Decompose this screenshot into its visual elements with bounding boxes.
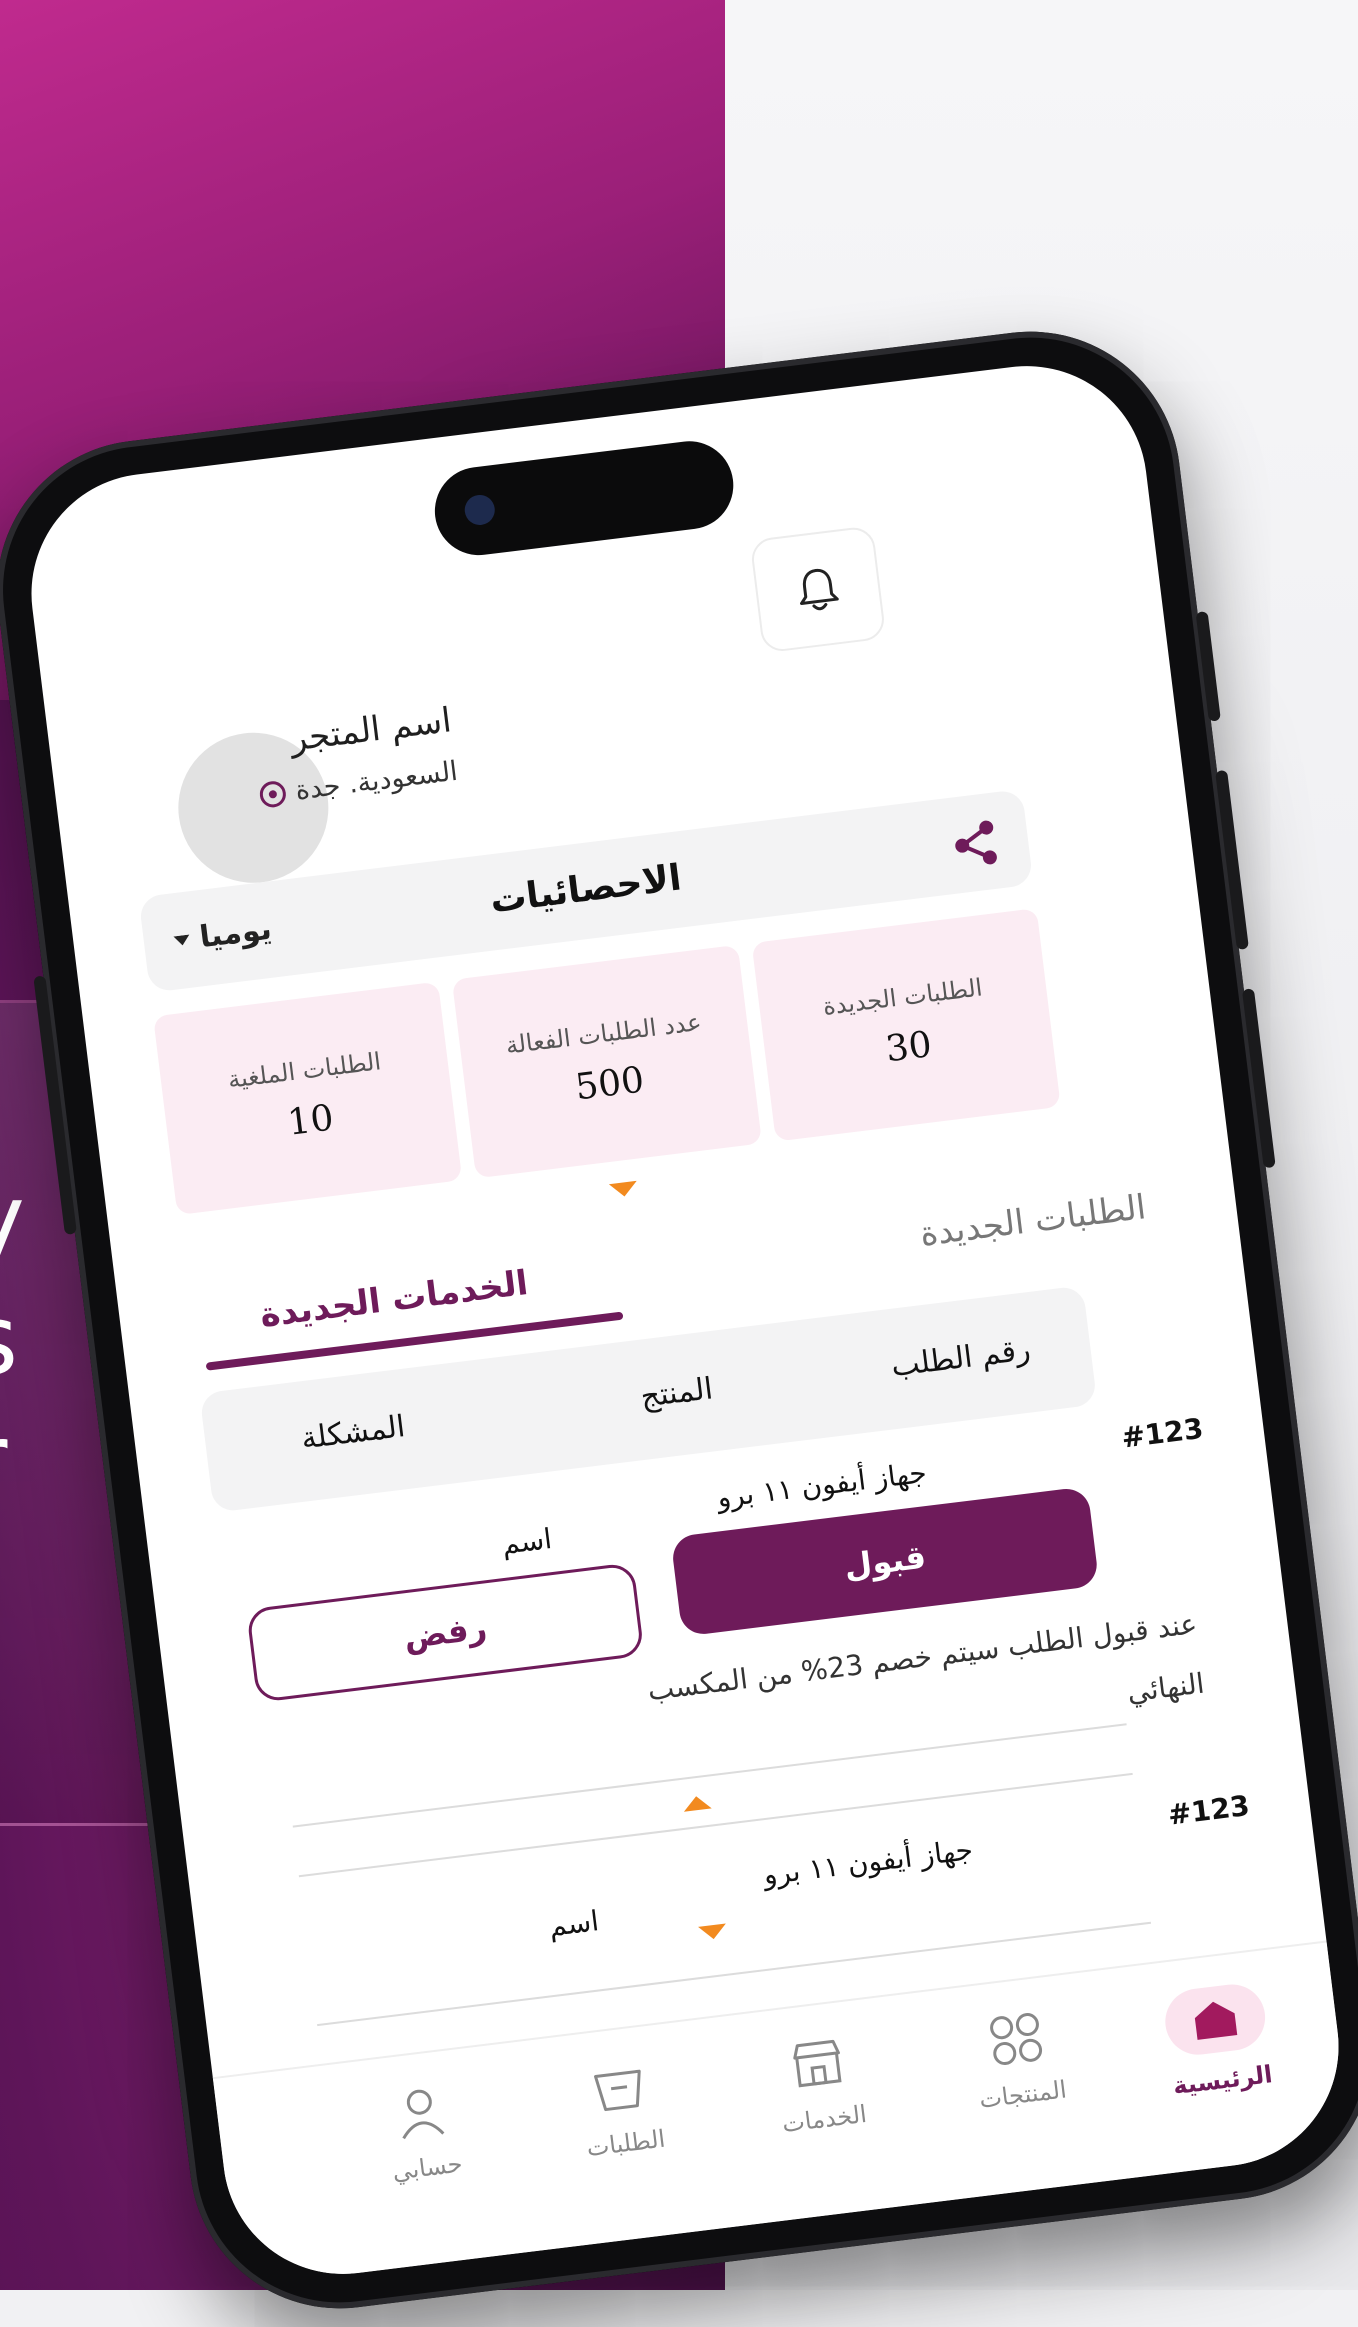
product-name: جهاز أيفون ١١ برو xyxy=(761,1833,975,1892)
nav-home[interactable]: الرئيسية xyxy=(1122,1976,1314,2105)
nav-label: حسابي xyxy=(390,2149,464,2186)
cropped-char: y xyxy=(0,1160,25,1280)
tab-new-requests[interactable]: الطلبات الجديدة xyxy=(918,1187,1148,1254)
stat-value: 10 xyxy=(285,1097,336,1144)
background-cropped-text: y s r xyxy=(0,1160,25,1520)
expand-row-icon[interactable] xyxy=(698,1923,728,1941)
home-content: اسم المتجر السعودية. جدة الاحصائيات يومي… xyxy=(18,352,1353,2288)
header-product: المنتج xyxy=(638,1371,715,1415)
phone-mockup: اسم المتجر السعودية. جدة الاحصائيات يومي… xyxy=(0,314,1358,2326)
bell-icon xyxy=(800,568,839,611)
nav-orders[interactable]: الطلبات xyxy=(526,2049,717,2168)
nav-label: المنتجات xyxy=(977,2075,1069,2114)
header-problem: المشكلة xyxy=(299,1409,408,1457)
nav-label: الرئيسية xyxy=(1171,2060,1274,2101)
nav-label: الطلبات xyxy=(585,2124,667,2163)
stat-card-new-orders[interactable]: الطلبات الجديدة 30 xyxy=(751,908,1061,1142)
home-shape xyxy=(1194,2001,1238,2040)
reject-button[interactable]: رفض xyxy=(246,1562,645,1703)
notifications-button[interactable] xyxy=(749,525,887,654)
row-divider xyxy=(298,1772,1133,1878)
basket-icon xyxy=(594,2069,641,2112)
store-icon xyxy=(793,2039,842,2088)
stat-value: 30 xyxy=(883,1023,934,1070)
user-icon xyxy=(402,2089,445,2140)
collapse-row-icon[interactable] xyxy=(682,1794,712,1812)
nav-account[interactable]: حسابي xyxy=(328,2073,519,2192)
problem-text: اسم xyxy=(547,1904,601,1943)
pin-icon xyxy=(258,779,288,809)
cropped-char: s xyxy=(0,1280,25,1400)
nav-products[interactable]: المنتجات xyxy=(923,2000,1114,2119)
tab-new-services[interactable]: الخدمات الجديدة xyxy=(258,1263,530,1336)
stat-label: الطلبات الجديدة xyxy=(821,972,984,1021)
product-name: جهاز أيفون ١١ برو xyxy=(715,1455,929,1515)
app-screen: اسم المتجر السعودية. جدة الاحصائيات يومي… xyxy=(17,352,1353,2288)
nav-services[interactable]: الخدمات xyxy=(725,2025,916,2144)
grid-icon xyxy=(990,2013,1043,2065)
stat-value: 500 xyxy=(573,1058,647,1108)
header-order-number: رقم الطلب xyxy=(889,1332,1033,1385)
nav-label: الخدمات xyxy=(780,2099,869,2139)
stat-label: الطلبات الملغية xyxy=(226,1046,383,1094)
stat-label: عدد الطلبات الفعالة xyxy=(504,1007,703,1060)
stat-card-active-orders[interactable]: عدد الطلبات الفعالة 500 xyxy=(452,944,762,1179)
home-icon xyxy=(1161,1980,1269,2059)
caret-down-icon xyxy=(173,934,190,945)
store-name: اسم المتجر xyxy=(288,700,454,760)
order-number: #123 xyxy=(1119,1411,1206,1455)
stat-card-cancelled-orders[interactable]: الطلبات الملغية 10 xyxy=(153,981,463,1216)
problem-text: اسم xyxy=(500,1522,554,1561)
order-number: #123 xyxy=(1166,1788,1252,1832)
cropped-char: r xyxy=(0,1400,25,1520)
expand-stats-icon[interactable] xyxy=(608,1180,639,1199)
store-location-text: السعودية. جدة xyxy=(293,755,460,807)
